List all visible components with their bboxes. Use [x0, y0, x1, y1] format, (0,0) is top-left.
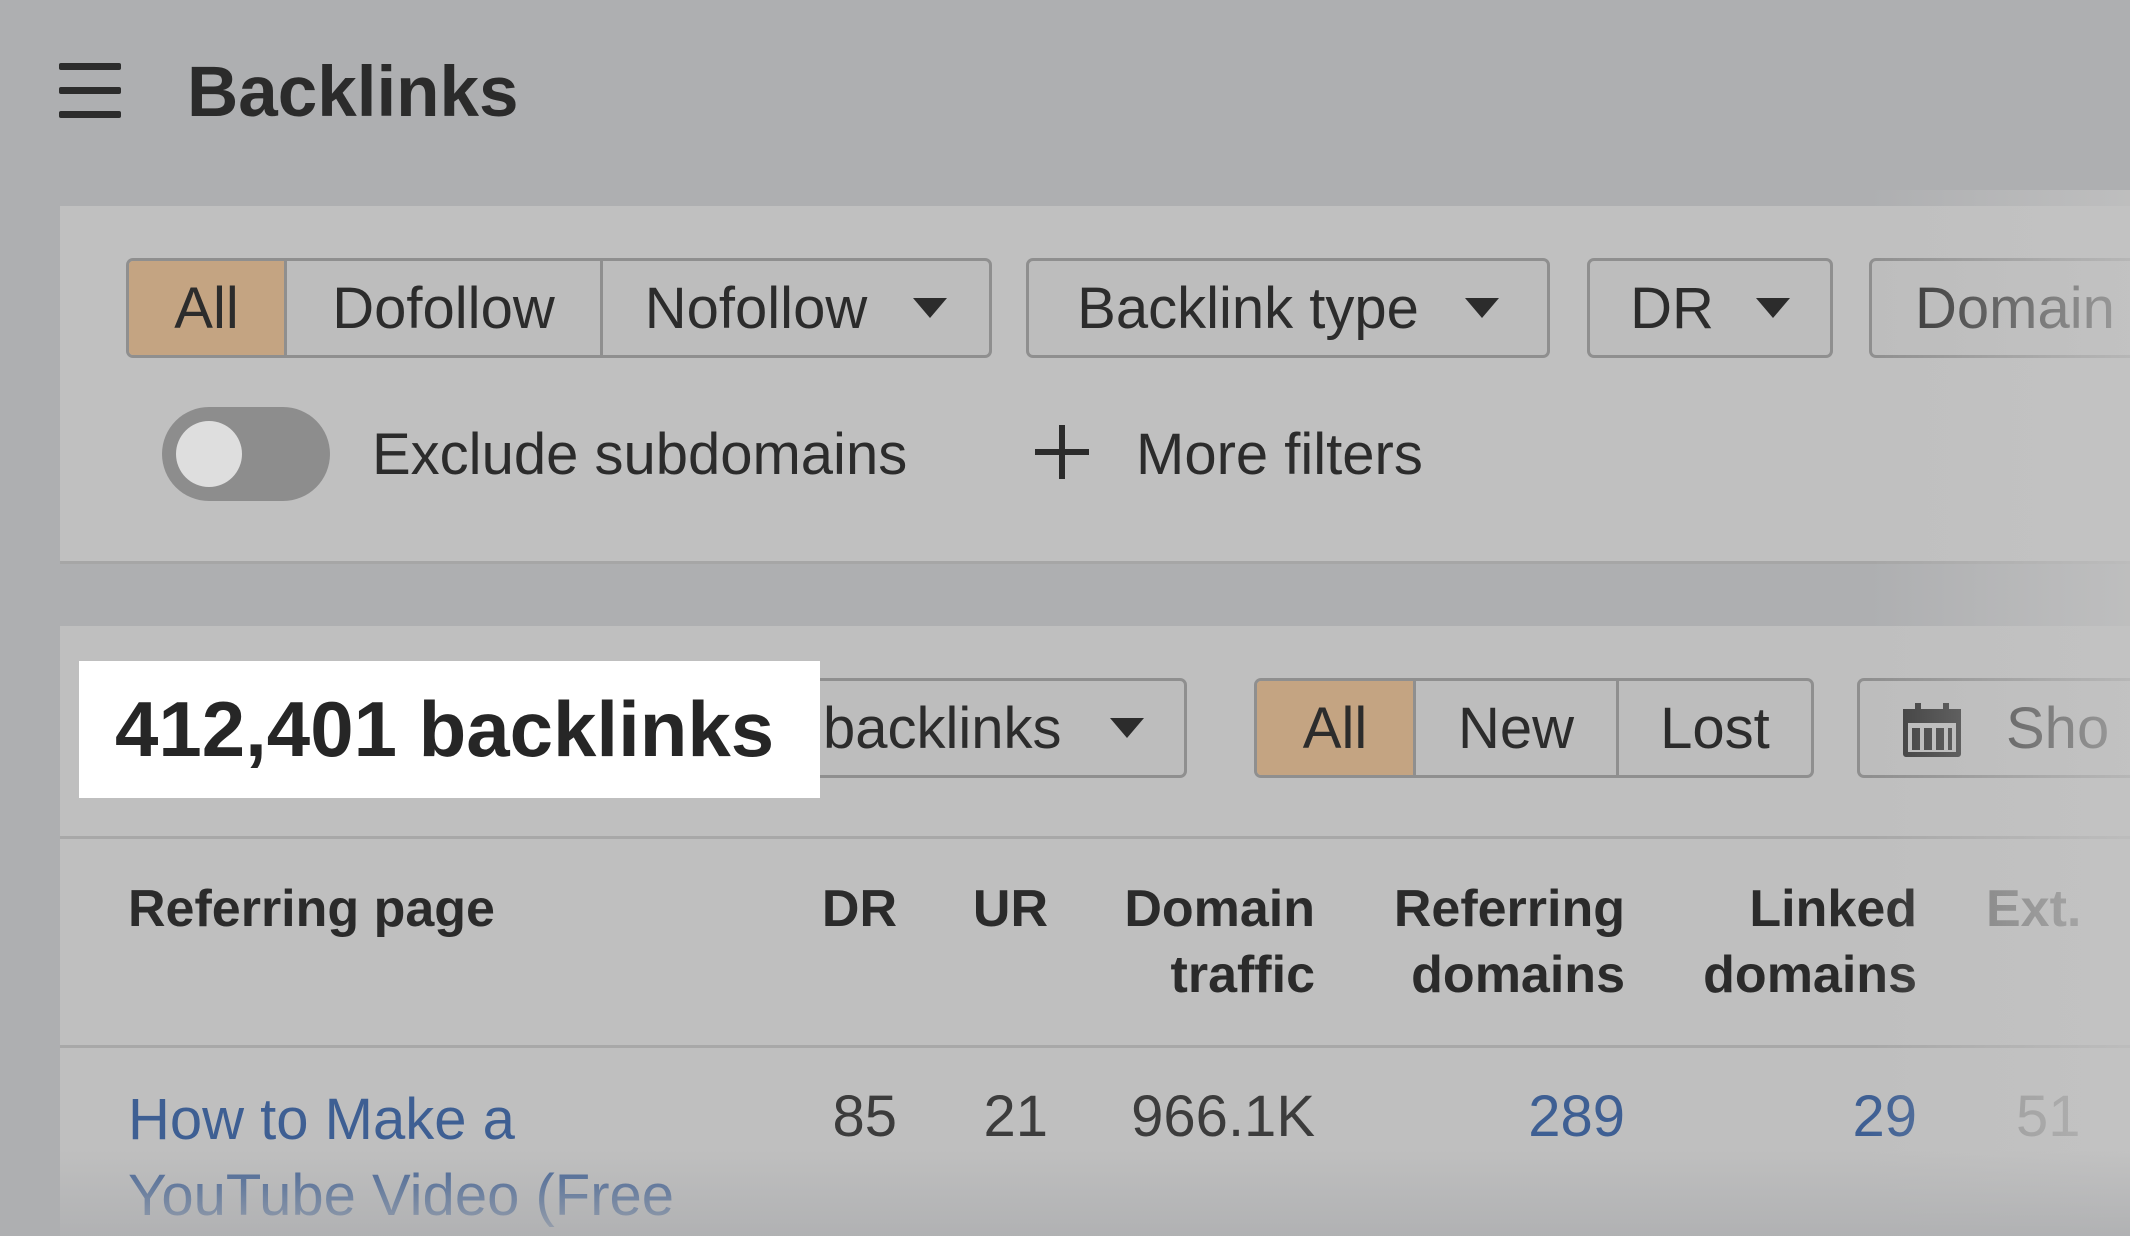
- chevron-down-icon: [1464, 298, 1499, 318]
- column-header-dr[interactable]: DR: [780, 876, 897, 942]
- backlinks-count: 412,401 backlinks: [79, 661, 820, 798]
- cell-dr: 85: [832, 1084, 897, 1149]
- cell-ext: 51: [2016, 1084, 2081, 1149]
- filter-all-button[interactable]: All: [129, 261, 284, 355]
- referring-page-link[interactable]: How to Make a YouTube Video (Free: [128, 1082, 674, 1234]
- cell-ur: 21: [983, 1084, 1048, 1149]
- chevron-down-icon: [913, 298, 948, 318]
- status-lost-button[interactable]: Lost: [1616, 681, 1811, 775]
- status-segmented-control: All New Lost: [1254, 678, 1814, 778]
- menu-icon[interactable]: [59, 63, 121, 119]
- group-by-dropdown[interactable]: backlinks: [760, 678, 1187, 778]
- column-header-linked-domains[interactable]: Linked domains: [1660, 876, 1917, 1008]
- cell-referring-domains[interactable]: 289: [1350, 1082, 1625, 1152]
- filter-nofollow-dropdown[interactable]: Nofollow: [600, 261, 989, 355]
- column-header-domain-traffic[interactable]: Domain traffic: [1080, 876, 1315, 1008]
- date-picker-button[interactable]: Sho: [1857, 678, 2130, 778]
- column-header-referring-domains[interactable]: Referring domains: [1350, 876, 1625, 1008]
- chevron-down-icon: [1755, 298, 1790, 318]
- column-header-ur[interactable]: UR: [930, 876, 1048, 942]
- divider: [60, 836, 2130, 839]
- link-type-segmented-control: All Dofollow Nofollow: [126, 258, 992, 358]
- filter-dofollow-button[interactable]: Dofollow: [284, 261, 600, 355]
- more-filters-button[interactable]: More filters: [1136, 420, 1423, 490]
- page-title: Backlinks: [187, 53, 519, 132]
- divider: [60, 1045, 2130, 1048]
- column-header-ext[interactable]: Ext.: [1986, 876, 2081, 942]
- cell-linked-domains[interactable]: 29: [1660, 1082, 1917, 1152]
- column-header-referring-page[interactable]: Referring page: [128, 876, 495, 942]
- plus-icon[interactable]: [1035, 425, 1089, 479]
- backlink-type-dropdown[interactable]: Backlink type: [1026, 258, 1550, 358]
- calendar-icon: [1903, 703, 1961, 757]
- chevron-down-icon: [1109, 718, 1144, 738]
- cell-domain-traffic: 966.1K: [1131, 1084, 1315, 1149]
- domain-dropdown[interactable]: Domain: [1869, 258, 2130, 358]
- status-new-button[interactable]: New: [1413, 681, 1616, 775]
- status-all-button[interactable]: All: [1257, 681, 1413, 775]
- toggle-knob: [176, 421, 242, 487]
- exclude-subdomains-label: Exclude subdomains: [372, 422, 908, 487]
- dr-dropdown[interactable]: DR: [1587, 258, 1833, 358]
- exclude-subdomains-toggle[interactable]: [162, 407, 330, 501]
